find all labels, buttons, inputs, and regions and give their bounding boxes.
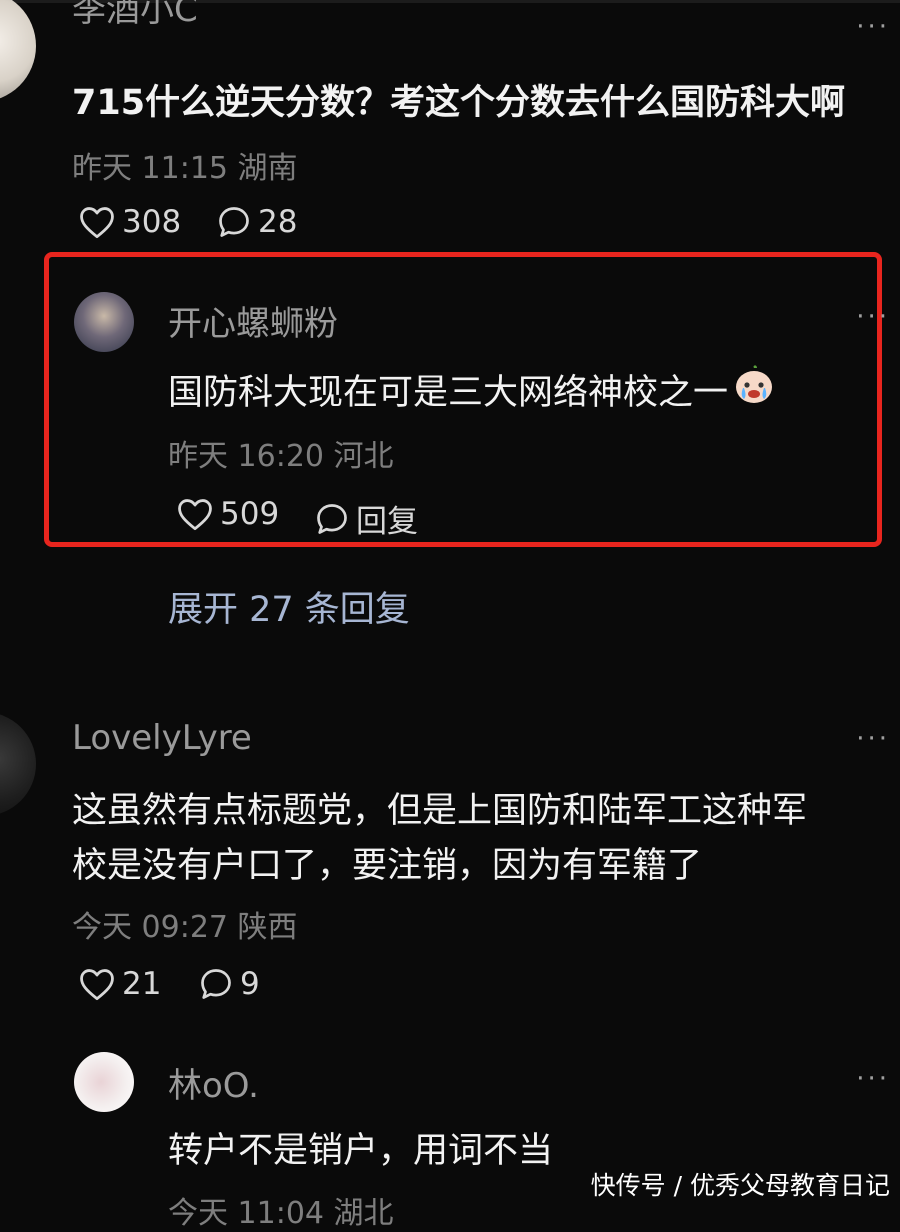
avatar[interactable] xyxy=(0,712,36,816)
comment-meta: 昨天 11:15 湖南 xyxy=(72,143,298,187)
comment-meta: 今天 11:04 湖北 xyxy=(168,1188,394,1232)
reply-count: 9 xyxy=(240,966,260,1002)
heart-icon xyxy=(178,499,212,531)
like-button[interactable]: 509 xyxy=(176,496,279,532)
comment-location: 陕西 xyxy=(237,910,298,945)
comment-text-line-1: 这虽然有点标题党，但是上国防和陆军工这种军 xyxy=(72,791,808,831)
more-options-icon[interactable]: ··· xyxy=(840,1064,890,1094)
comment-text-content: 国防科大现在可是三大网络神校之一 xyxy=(168,373,729,413)
comment-location: 湖北 xyxy=(333,1196,394,1231)
like-button[interactable]: 308 xyxy=(78,204,181,240)
reply-label: 回复 xyxy=(356,504,418,540)
more-options-icon[interactable]: ··· xyxy=(840,302,890,332)
comment-location: 湖南 xyxy=(237,151,298,186)
crying-face-emoji xyxy=(732,365,776,414)
expand-replies-link[interactable]: 展开 27 条回复 xyxy=(168,581,410,632)
heart-icon xyxy=(80,207,114,239)
comment-username[interactable]: 李酒小C xyxy=(72,0,198,30)
reply-button[interactable]: 回复 xyxy=(314,496,418,541)
comment-text-line-2: 校是没有户口了，要注销，因为有军籍了 xyxy=(72,846,703,886)
reply-button[interactable]: 28 xyxy=(216,204,297,240)
comment-username[interactable]: 开心螺蛳粉 xyxy=(168,296,338,345)
reply-count: 28 xyxy=(258,204,298,240)
comment-location: 河北 xyxy=(333,439,394,474)
comment-username[interactable]: LovelyLyre xyxy=(72,718,252,758)
comment-time: 今天 09:27 xyxy=(72,910,228,945)
comment-text: 715什么逆天分数？考这个分数去什么国防科大啊 xyxy=(72,83,846,123)
comment-username[interactable]: 林oO. xyxy=(168,1058,259,1107)
avatar[interactable] xyxy=(74,1052,134,1112)
like-count: 308 xyxy=(122,204,182,240)
like-count: 509 xyxy=(220,496,280,532)
comment-time: 昨天 16:20 xyxy=(168,439,324,474)
comment-text: 转户不是销户，用词不当 xyxy=(168,1131,554,1171)
watermark: 快传号 / 优秀父母教育日记 xyxy=(590,1171,890,1200)
heart-icon xyxy=(80,969,114,1001)
avatar[interactable] xyxy=(0,0,36,102)
more-options-icon[interactable]: ··· xyxy=(840,724,890,754)
more-options-icon[interactable]: ··· xyxy=(840,12,890,42)
comment-meta: 昨天 16:20 河北 xyxy=(168,431,394,475)
comment-text: 国防科大现在可是三大网络神校之一 xyxy=(168,364,776,415)
reply-button[interactable]: 9 xyxy=(198,966,260,1002)
comment-time: 今天 11:04 xyxy=(168,1196,324,1231)
comment-time: 昨天 11:15 xyxy=(72,151,228,186)
comment-meta: 今天 09:27 陕西 xyxy=(72,902,298,946)
comment-bubble-icon xyxy=(219,207,249,237)
comment-bubble-icon xyxy=(201,969,231,999)
like-count: 21 xyxy=(122,966,162,1002)
like-button[interactable]: 21 xyxy=(78,966,161,1002)
avatar[interactable] xyxy=(74,292,134,352)
comment-bubble-icon xyxy=(317,503,347,534)
